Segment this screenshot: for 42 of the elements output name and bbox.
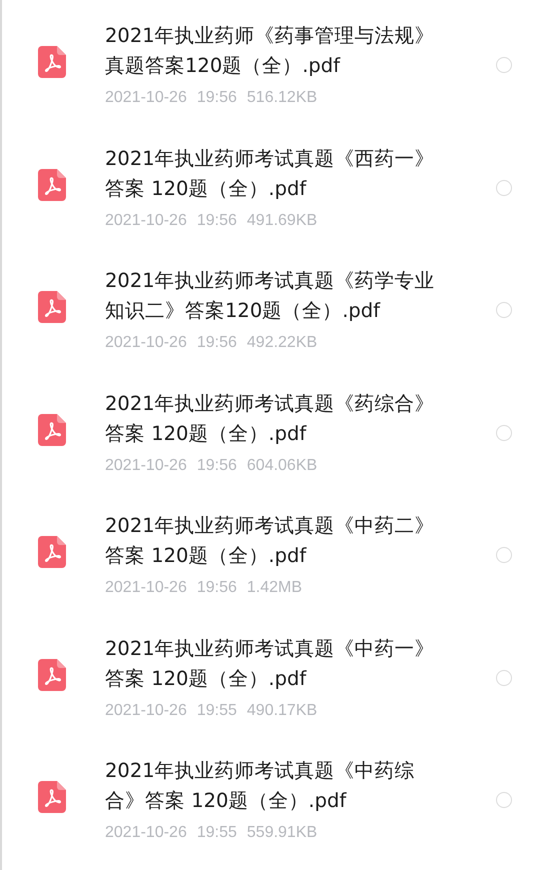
select-radio[interactable] [496, 670, 512, 686]
file-size: 604.06KB [246, 456, 318, 476]
select-radio[interactable] [496, 792, 512, 808]
file-size: 1.42MB [246, 578, 302, 598]
file-date: 2021-10-26 [105, 333, 187, 354]
file-name[interactable]: 2021年执业药师考试真题《药学专业 知识二》答案120题（全）.pdf [105, 266, 488, 326]
file-time: 19:55 [196, 700, 237, 721]
file-time: 19:56 [196, 210, 237, 231]
file-name[interactable]: 2021年执业药师考试真题《中药一》 答案 120题（全）.pdf [105, 634, 488, 694]
file-size: 490.17KB [246, 700, 318, 721]
select-radio[interactable] [496, 180, 512, 196]
select-radio[interactable] [496, 57, 512, 74]
pdf-file-icon [38, 291, 66, 324]
pdf-file-icon [38, 46, 66, 78]
file-name[interactable]: 2021年执业药师考试真题《中药综 合》答案 120题（全）.pdf [105, 756, 488, 816]
file-date: 2021-10-26 [105, 210, 187, 231]
pdf-file-icon [38, 536, 66, 568]
select-radio[interactable] [496, 424, 512, 441]
select-radio[interactable] [496, 547, 512, 564]
file-name[interactable]: 2021年执业药师考试真题《药综合》 答案 120题（全）.pdf [105, 388, 488, 449]
file-name[interactable]: 2021年执业药师《药事管理与法规》 真题答案120题（全）.pdf [105, 21, 488, 82]
pdf-file-icon [38, 658, 66, 691]
pdf-file-icon [38, 781, 66, 814]
pdf-file-icon [38, 168, 66, 201]
file-date: 2021-10-26 [105, 578, 187, 598]
file-time: 19:56 [196, 333, 237, 354]
file-size: 492.22KB [246, 333, 318, 354]
file-size: 516.12KB [246, 88, 318, 108]
file-time: 19:55 [196, 823, 237, 844]
file-size: 559.91KB [246, 823, 318, 844]
file-date: 2021-10-26 [105, 823, 187, 844]
file-name[interactable]: 2021年执业药师考试真题《西药一》 答案 120题（全）.pdf [105, 144, 488, 204]
file-name[interactable]: 2021年执业药师考试真题《中药二》 答案 120题（全）.pdf [105, 511, 488, 572]
file-date: 2021-10-26 [105, 700, 187, 721]
file-date: 2021-10-26 [105, 456, 187, 476]
file-size: 491.69KB [246, 210, 318, 231]
file-date: 2021-10-26 [105, 88, 187, 108]
select-radio[interactable] [496, 302, 512, 318]
file-time: 19:56 [196, 88, 237, 108]
file-time: 19:56 [196, 456, 237, 476]
file-time: 19:56 [196, 578, 237, 598]
pdf-file-icon [38, 414, 66, 446]
